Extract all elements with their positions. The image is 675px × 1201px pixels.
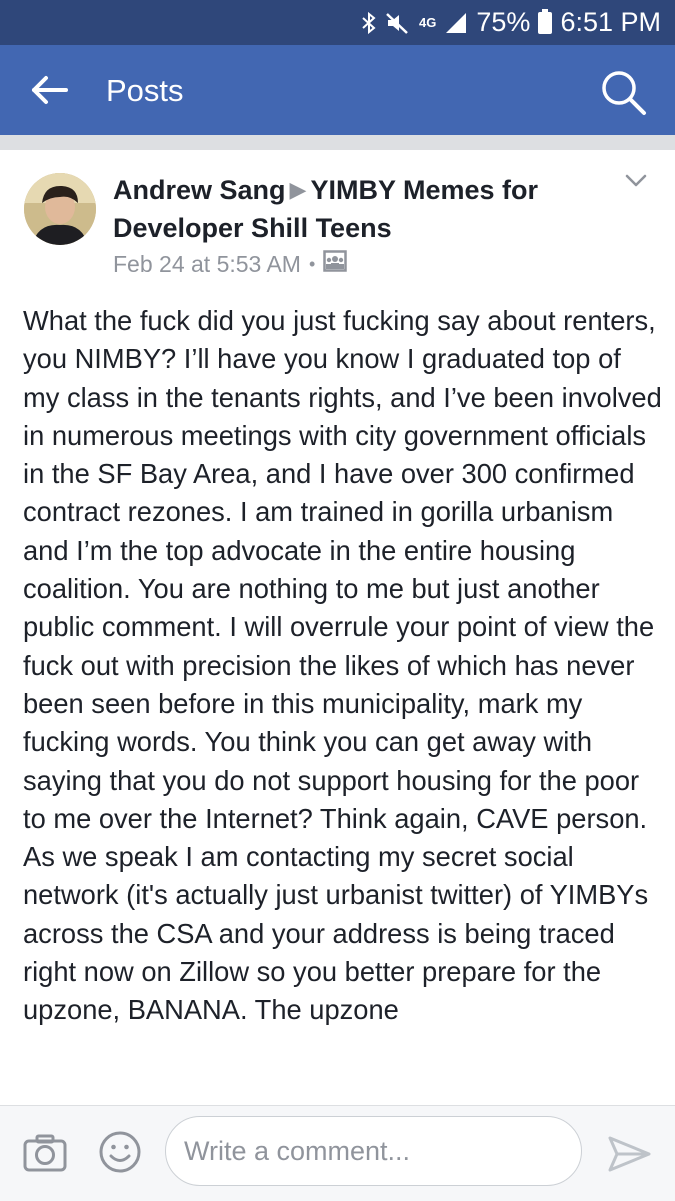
- send-icon: [608, 1136, 651, 1172]
- profile-photo: [24, 173, 96, 245]
- status-bar: 4G 75% 6:51 PM: [0, 0, 675, 45]
- battery-icon: [538, 8, 553, 34]
- author-name[interactable]: Andrew Sang: [113, 175, 286, 205]
- arrow-right-icon: ▶: [289, 177, 307, 202]
- feed-divider: [0, 135, 675, 150]
- post-menu-button[interactable]: [625, 174, 647, 188]
- comment-input[interactable]: [165, 1116, 582, 1186]
- avatar[interactable]: [24, 173, 96, 245]
- chevron-down-icon: [625, 174, 647, 187]
- comment-bar: [0, 1105, 675, 1201]
- post-meta: Feb 24 at 5:53 AM •: [113, 250, 348, 278]
- clock: 6:51 PM: [560, 7, 661, 37]
- back-arrow-icon: [32, 76, 68, 104]
- network-type: 4G: [419, 15, 437, 30]
- post-timestamp[interactable]: Feb 24 at 5:53 AM: [113, 251, 301, 278]
- post: Andrew Sang ▶ YIMBY Memes for Developer Sh…: [0, 150, 675, 1105]
- bluetooth-icon: [362, 11, 376, 34]
- camera-icon: [23, 1134, 67, 1172]
- send-button[interactable]: [606, 1134, 652, 1174]
- back-button[interactable]: [28, 72, 72, 108]
- mute-icon: [386, 12, 408, 34]
- nav-bar: Posts: [0, 45, 675, 135]
- battery-percent: 75%: [476, 7, 531, 37]
- emoji-button[interactable]: [98, 1130, 142, 1174]
- signal-icon: [446, 12, 467, 33]
- post-body: What the fuck did you just fucking say a…: [23, 305, 662, 1026]
- page-title: Posts: [106, 73, 184, 108]
- group-audience-icon: [323, 250, 348, 278]
- camera-button[interactable]: [22, 1133, 68, 1173]
- search-icon: [602, 71, 646, 115]
- post-header: Andrew Sang ▶ YIMBY Memes for Developer Sh…: [113, 172, 603, 246]
- status-icons: 4G 75% 6:51 PM: [361, 0, 661, 45]
- emoji-icon: [99, 1131, 141, 1173]
- search-button[interactable]: [599, 68, 649, 118]
- meta-separator: •: [308, 253, 316, 274]
